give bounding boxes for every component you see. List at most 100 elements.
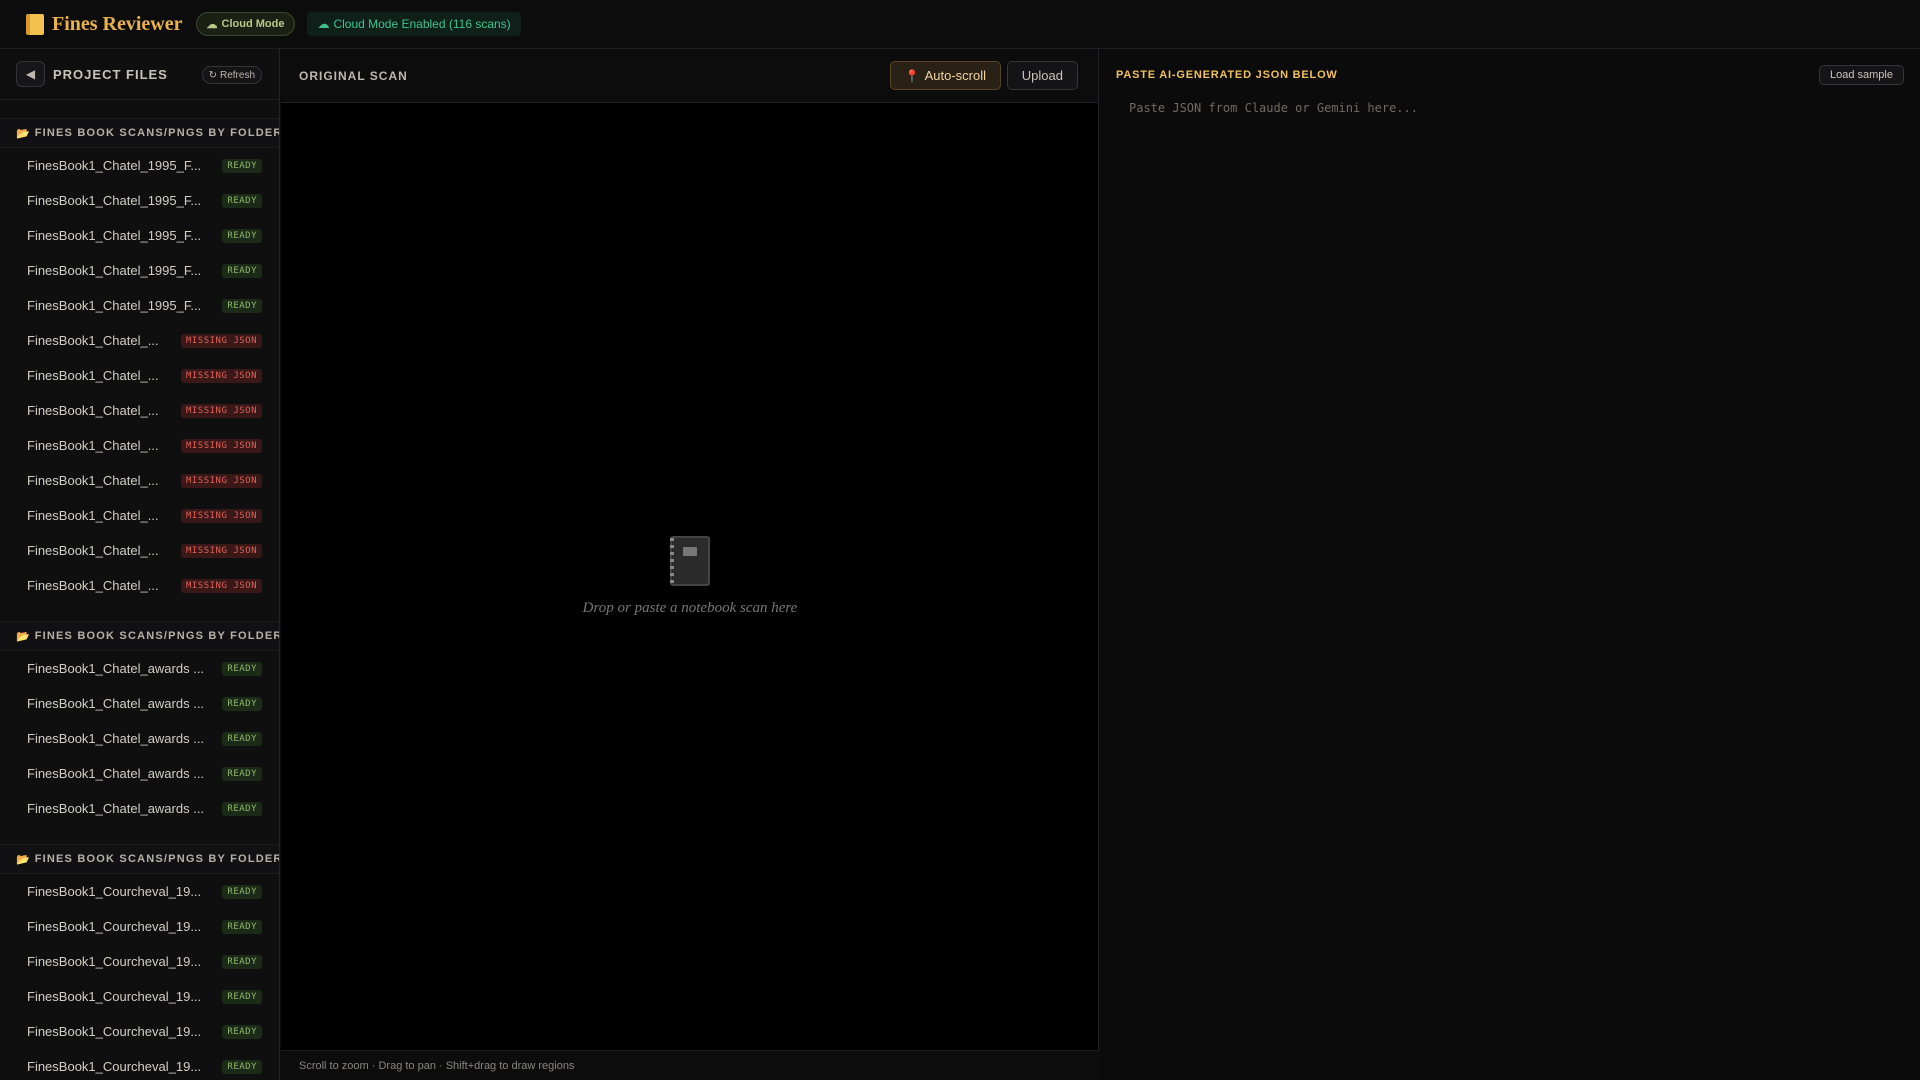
status-badge: READY xyxy=(222,158,262,173)
refresh-button[interactable]: ↻ Refresh xyxy=(201,66,262,84)
json-panel-title: PASTE AI-GENERATED JSON BELOW xyxy=(1116,69,1338,81)
file-list-item[interactable]: FinesBook1_Chatel_... MISSING JSON xyxy=(0,393,279,428)
refresh-icon: ↻ xyxy=(208,69,217,81)
folder-group-name: FINES BOOK SCANS/PNGS BY FOLDER/ xyxy=(34,630,279,642)
folder-icon: 📂 xyxy=(16,630,30,643)
status-badge: READY xyxy=(222,954,262,969)
file-name: FinesBook1_Chatel_... xyxy=(27,368,159,383)
status-badge: READY xyxy=(222,696,262,711)
scan-drop-zone[interactable]: Drop or paste a notebook scan here xyxy=(281,103,1099,1050)
sidebar-title: PROJECT FILES xyxy=(53,66,168,82)
notebook-icon xyxy=(670,536,710,586)
json-panel-header: PASTE AI-GENERATED JSON BELOW Load sampl… xyxy=(1100,49,1920,101)
refresh-label: Refresh xyxy=(219,69,255,81)
file-list-item[interactable]: FinesBook1_Chatel_1995_F... READY xyxy=(0,288,279,323)
folder-icon: 📂 xyxy=(16,853,30,866)
file-name: FinesBook1_Chatel_... xyxy=(27,438,159,453)
auto-scroll-label: Auto-scroll xyxy=(924,68,986,83)
file-list-item[interactable]: FinesBook1_Courcheval_19... READY xyxy=(0,1049,279,1080)
top-bar: Fines Reviewer ☁ Cloud Mode ☁ Cloud Mode… xyxy=(0,0,1920,49)
project-files-sidebar: ◀ PROJECT FILES ↻ Refresh 📂 FINES BOOK SC… xyxy=(0,49,280,1080)
file-name: FinesBook1_Chatel_awards ... xyxy=(27,696,205,711)
original-scan-panel: ORIGINAL SCAN 📍 Auto-scroll Upload Drop … xyxy=(281,49,1099,1080)
file-name: FinesBook1_Chatel_1995_F... xyxy=(27,228,202,243)
json-input[interactable] xyxy=(1116,101,1904,1061)
file-list-item[interactable]: FinesBook1_Chatel_1995_F... READY xyxy=(0,148,279,183)
file-list-item[interactable]: FinesBook1_Chatel_awards ... READY xyxy=(0,651,279,686)
file-list-item[interactable]: FinesBook1_Courcheval_19... READY xyxy=(0,874,279,909)
app-title: Fines Reviewer xyxy=(52,12,183,35)
file-name: FinesBook1_Chatel_awards ... xyxy=(27,801,205,816)
file-list-item[interactable]: FinesBook1_Courcheval_19... READY xyxy=(0,979,279,1014)
file-name: FinesBook1_Chatel_... xyxy=(27,473,159,488)
cloud-mode-toggle[interactable]: ☁ Cloud Mode xyxy=(195,12,296,36)
file-name: FinesBook1_Courcheval_19... xyxy=(27,954,202,969)
file-name: FinesBook1_Chatel_... xyxy=(27,578,159,593)
status-badge: MISSING JSON xyxy=(180,578,262,593)
file-list-item[interactable]: FinesBook1_Chatel_awards ... READY xyxy=(0,756,279,791)
chevron-left-icon: ◀ xyxy=(25,67,36,81)
file-list-item[interactable]: FinesBook1_Courcheval_19... READY xyxy=(0,1014,279,1049)
file-list-item[interactable]: FinesBook1_Chatel_... MISSING JSON xyxy=(0,498,279,533)
file-list-item[interactable]: FinesBook1_Chatel_1995_F... READY xyxy=(0,183,279,218)
file-list-item[interactable]: FinesBook1_Chatel_... MISSING JSON xyxy=(0,428,279,463)
file-list-item[interactable]: FinesBook1_Chatel_... MISSING JSON xyxy=(0,323,279,358)
auto-scroll-button[interactable]: 📍 Auto-scroll xyxy=(889,61,1001,90)
status-badge: READY xyxy=(222,1024,262,1039)
status-badge: READY xyxy=(222,298,262,313)
file-name: FinesBook1_Chatel_1995_F... xyxy=(27,263,202,278)
notebook-icon xyxy=(26,13,44,35)
file-list-item[interactable]: FinesBook1_Chatel_... MISSING JSON xyxy=(0,358,279,393)
file-list-item[interactable]: FinesBook1_Chatel_awards ... READY xyxy=(0,721,279,756)
file-name: FinesBook1_Courcheval_19... xyxy=(27,919,202,934)
status-badge: READY xyxy=(222,193,262,208)
scan-panel-title: ORIGINAL SCAN xyxy=(299,68,408,83)
folder-group-name: FINES BOOK SCANS/PNGS BY FOLDER/ xyxy=(34,127,279,139)
status-badge: MISSING JSON xyxy=(180,368,262,383)
folder-icon: 📂 xyxy=(16,127,30,140)
file-list-item[interactable]: FinesBook1_Chatel_awards ... READY xyxy=(0,791,279,826)
file-name: FinesBook1_Chatel_1995_F... xyxy=(27,193,202,208)
file-list-item[interactable]: FinesBook1_Chatel_awards ... READY xyxy=(0,686,279,721)
status-badge: READY xyxy=(222,731,262,746)
file-list-item[interactable]: FinesBook1_Chatel_... MISSING JSON xyxy=(0,568,279,603)
status-badge: MISSING JSON xyxy=(180,473,262,488)
status-badge: MISSING JSON xyxy=(180,543,262,558)
cloud-icon: ☁ xyxy=(206,18,218,31)
status-badge: MISSING JSON xyxy=(180,333,262,348)
app-brand: Fines Reviewer xyxy=(26,13,183,36)
load-sample-button[interactable]: Load sample xyxy=(1819,65,1904,85)
file-name: FinesBook1_Chatel_... xyxy=(27,543,159,558)
status-badge: READY xyxy=(222,801,262,816)
folder-group-header[interactable]: 📂 FINES BOOK SCANS/PNGS BY FOLDER/ xyxy=(0,118,279,148)
drop-hint: Drop or paste a notebook scan here xyxy=(582,600,798,616)
file-name: FinesBook1_Courcheval_19... xyxy=(27,1059,202,1074)
json-panel: PASTE AI-GENERATED JSON BELOW Load sampl… xyxy=(1100,49,1920,1080)
file-name: FinesBook1_Chatel_1995_F... xyxy=(27,158,202,173)
upload-button[interactable]: Upload xyxy=(1006,61,1078,90)
folder-group-header[interactable]: 📂 FINES BOOK SCANS/PNGS BY FOLDER/ xyxy=(0,844,279,874)
cloud-icon: ☁ xyxy=(317,17,330,31)
file-list-item[interactable]: FinesBook1_Chatel_... MISSING JSON xyxy=(0,463,279,498)
file-list-item[interactable]: FinesBook1_Chatel_1995_F... READY xyxy=(0,218,279,253)
scan-controls-hint: Scroll to zoom · Drag to pan · Shift+dra… xyxy=(281,1050,1099,1080)
upload-label: Upload xyxy=(1021,68,1063,83)
file-name: FinesBook1_Chatel_awards ... xyxy=(27,731,205,746)
pin-icon: 📍 xyxy=(904,68,920,83)
sidebar-header: ◀ PROJECT FILES ↻ Refresh xyxy=(0,49,279,100)
collapse-sidebar-button[interactable]: ◀ xyxy=(16,61,45,87)
file-list-item[interactable]: FinesBook1_Courcheval_19... READY xyxy=(0,909,279,944)
file-name: FinesBook1_Chatel_awards ... xyxy=(27,661,205,676)
file-name: FinesBook1_Chatel_... xyxy=(27,508,159,523)
file-list-item[interactable]: FinesBook1_Chatel_1995_F... READY xyxy=(0,253,279,288)
file-name: FinesBook1_Chatel_... xyxy=(27,333,159,348)
file-name: FinesBook1_Courcheval_19... xyxy=(27,884,202,899)
folder-group-header[interactable]: 📂 FINES BOOK SCANS/PNGS BY FOLDER/ xyxy=(0,621,279,651)
file-list-item[interactable]: FinesBook1_Courcheval_19... READY xyxy=(0,944,279,979)
scan-panel-header: ORIGINAL SCAN 📍 Auto-scroll Upload xyxy=(281,49,1098,103)
file-name: FinesBook1_Chatel_awards ... xyxy=(27,766,205,781)
status-badge: MISSING JSON xyxy=(180,508,262,523)
file-list-item[interactable]: FinesBook1_Chatel_... MISSING JSON xyxy=(0,533,279,568)
status-badge: READY xyxy=(222,661,262,676)
status-badge: MISSING JSON xyxy=(180,438,262,453)
